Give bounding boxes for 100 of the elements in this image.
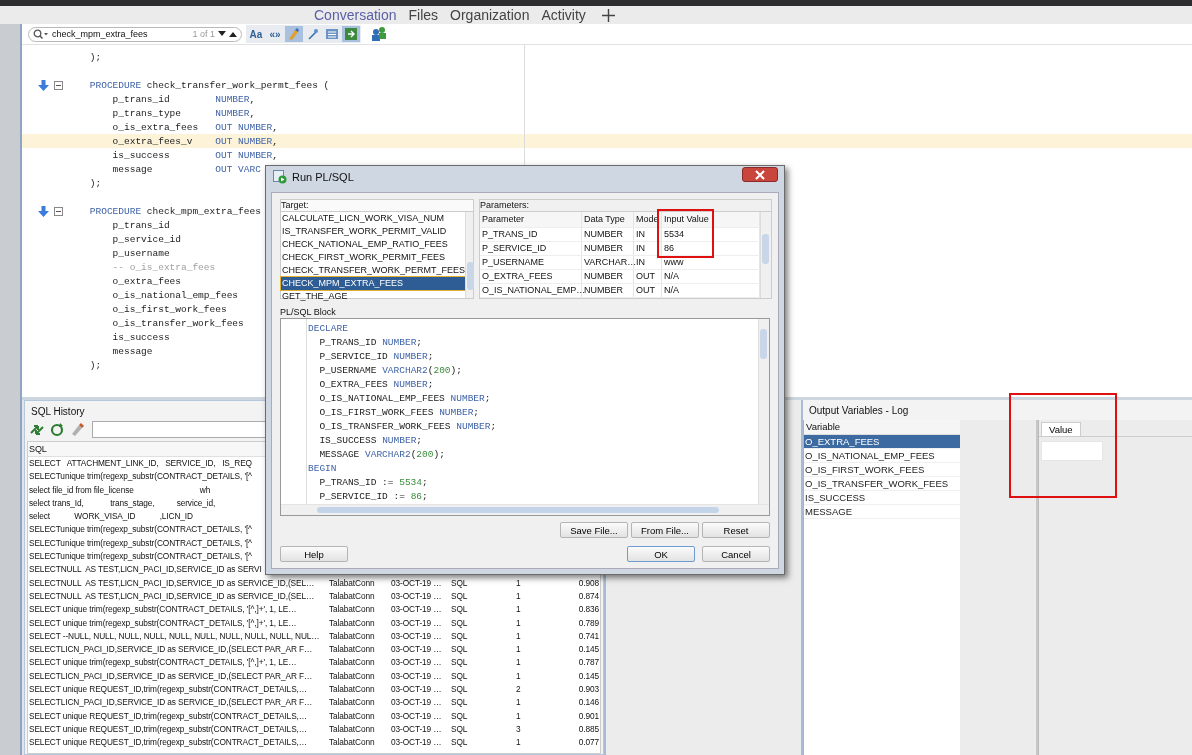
- table-cell-text: TalabatConn: [328, 643, 376, 657]
- add-icon[interactable]: [601, 8, 615, 22]
- refresh-icon[interactable]: [49, 421, 65, 438]
- table-cell-text: 0.908: [577, 576, 600, 590]
- variable-row[interactable]: O_IS_NATIONAL_EMP_FEES: [804, 449, 960, 463]
- table-cell-text: 03-OCT-19 …: [390, 736, 443, 750]
- target-item[interactable]: CHECK_NATIONAL_EMP_RATIO_FEES: [281, 238, 466, 251]
- column-header[interactable]: Mode: [636, 214, 659, 224]
- eraser-icon[interactable]: [69, 421, 85, 438]
- horizontal-scrollbar[interactable]: [281, 504, 769, 515]
- down-arrow-icon[interactable]: [38, 205, 49, 217]
- variable-row[interactable]: MESSAGE: [804, 505, 960, 519]
- find-option-button[interactable]: «»: [266, 26, 284, 42]
- code-line: O_EXTRA_FEES NUMBER;: [318, 378, 435, 392]
- variable-row[interactable]: O_EXTRA_FEES: [804, 435, 960, 449]
- vertical-scrollbar[interactable]: [760, 212, 771, 298]
- table-cell: IN: [636, 243, 645, 253]
- code-line: -- o_is_extra_fees: [111, 261, 216, 273]
- dialog-button[interactable]: Reset: [702, 522, 770, 538]
- variable-row[interactable]: O_IS_FIRST_WORK_FEES: [804, 463, 960, 477]
- table-cell[interactable]: N/A: [664, 271, 679, 281]
- target-item[interactable]: CHECK_FIRST_WORK_PERMIT_FEES: [281, 251, 466, 264]
- list-icon[interactable]: [323, 26, 341, 42]
- table-cell: SELECTunique trim(regexp_substr(CONTRACT_DETAILS, '[^: [28, 550, 252, 564]
- collapse-icon[interactable]: [54, 80, 63, 90]
- table-cell[interactable]: 86: [664, 243, 674, 253]
- variable-row[interactable]: O_IS_TRANSFER_WORK_FEES: [804, 477, 960, 491]
- table-cell-text: 0.146: [577, 696, 600, 710]
- table-cell: P_SERVICE_ID: [482, 243, 547, 253]
- table-cell-text: SQL: [450, 603, 469, 617]
- column-header[interactable]: Parameter: [482, 214, 525, 224]
- table-cell-text: 1: [515, 669, 522, 683]
- variable-row[interactable]: IS_SUCCESS: [804, 491, 960, 505]
- value-tab[interactable]: Value: [1041, 422, 1081, 436]
- table-cell: NUMBER: [584, 271, 623, 281]
- table-cell-text: SELECT unique trim(regexp_substr(CONTRACT_DETAILS, '[^,]+', 1, LE…: [28, 616, 298, 630]
- table-cell-text: 03-OCT-19 …: [390, 696, 443, 710]
- code-line: DECLARE: [308, 322, 349, 336]
- table-cell-text: 1: [515, 709, 522, 723]
- vertical-scrollbar[interactable]: [465, 212, 473, 298]
- table-cell-text: 0.741: [577, 629, 600, 643]
- code-line: IS_SUCCESS NUMBER;: [318, 434, 424, 448]
- code-line: p_trans_type NUMBER,: [111, 107, 256, 119]
- table-cell-text: SQL: [450, 709, 469, 723]
- table-cell-text: 1: [515, 589, 522, 603]
- code-line: O_IS_NATIONAL_EMP_FEES NUMBER;: [318, 392, 492, 406]
- people-icon[interactable]: [371, 26, 387, 42]
- app-tab[interactable]: Activity: [535, 6, 592, 24]
- ok-button[interactable]: OK: [627, 546, 695, 562]
- table-cell[interactable]: 5534: [664, 229, 685, 239]
- dialog-button[interactable]: Save File...: [560, 522, 628, 538]
- column-header[interactable]: Data Type: [584, 214, 625, 224]
- column-header[interactable]: Variable: [804, 420, 960, 435]
- find-option-button[interactable]: Aa: [247, 26, 265, 42]
- code-line: o_is_first_work_fees: [111, 303, 227, 315]
- code-line: is_success: [111, 331, 170, 343]
- previous-match-icon[interactable]: [229, 31, 237, 37]
- dialog-button[interactable]: From File...: [631, 522, 699, 538]
- table-cell-text: SELECT unique REQUEST_ID,trim(regexp_substr(CONTRACT_DETAILS,…: [28, 722, 308, 736]
- table-cell-text: select trans_Id, trans_stage, service_id,: [28, 496, 216, 510]
- column-header[interactable]: Input Value: [664, 214, 709, 224]
- target-item[interactable]: CALCULATE_LICN_WORK_VISA_NUM: [281, 212, 466, 225]
- table-cell: SELECTNULL AS TEST,LICN_PACI_ID,SERVICE_ID as SERVI: [28, 563, 262, 577]
- close-icon[interactable]: [755, 169, 765, 180]
- table-cell-text: TalabatConn: [328, 576, 376, 590]
- table-cell-text: SELECTLICN_PACI_ID,SERVICE_ID as SERVICE_ID,(SELECT PAR_AR F…: [28, 643, 314, 657]
- table-cell-text: TalabatConn: [328, 696, 376, 710]
- table-cell[interactable]: N/A: [664, 285, 679, 295]
- table-cell-text: 03-OCT-19 …: [390, 616, 443, 630]
- code-line: MESSAGE VARCHAR2(200);: [318, 448, 446, 462]
- cancel-button[interactable]: Cancel: [702, 546, 770, 562]
- export-icon[interactable]: [342, 26, 360, 42]
- table-cell-text: 0.787: [577, 656, 600, 670]
- table-cell: NUMBER: [584, 243, 623, 253]
- app-tab[interactable]: Organization: [444, 6, 536, 24]
- target-item[interactable]: CHECK_MPM_EXTRA_FEES: [281, 277, 466, 290]
- target-item[interactable]: CHECK_TRANSFER_WORK_PERMT_FEES: [281, 264, 466, 277]
- vertical-scrollbar[interactable]: [758, 319, 769, 504]
- table-cell-text: 1: [515, 643, 522, 657]
- table-cell-text: 0.903: [577, 683, 600, 697]
- close-button[interactable]: [742, 167, 778, 182]
- table-cell-text: 03-OCT-19 …: [390, 643, 443, 657]
- search-icon[interactable]: [33, 29, 49, 39]
- collapse-icon[interactable]: [54, 206, 63, 216]
- next-match-icon[interactable]: [218, 31, 226, 37]
- table-cell-text: 03-OCT-19 …: [390, 709, 443, 723]
- code-line: p_trans_id: [111, 219, 170, 231]
- app-tab[interactable]: Conversation: [308, 6, 403, 24]
- help-button[interactable]: Help: [280, 546, 348, 562]
- code-line: p_trans_id NUMBER,: [111, 93, 256, 105]
- down-arrow-icon[interactable]: [38, 79, 49, 91]
- table-cell-text: SQL: [450, 576, 469, 590]
- table-cell-text: SQL: [450, 616, 469, 630]
- target-item[interactable]: IS_TRANSFER_WORK_PERMIT_VALID: [281, 225, 466, 238]
- table-cell: SELECTunique trim(regexp_substr(CONTRACT_DETAILS, '[^: [28, 470, 252, 484]
- table-cell[interactable]: www: [664, 257, 684, 267]
- run-icon: [273, 170, 287, 184]
- app-tab[interactable]: Files: [402, 6, 445, 24]
- code-line: P_SERVICE_ID NUMBER;: [318, 350, 435, 364]
- target-item[interactable]: GET_THE_AGE: [281, 290, 466, 303]
